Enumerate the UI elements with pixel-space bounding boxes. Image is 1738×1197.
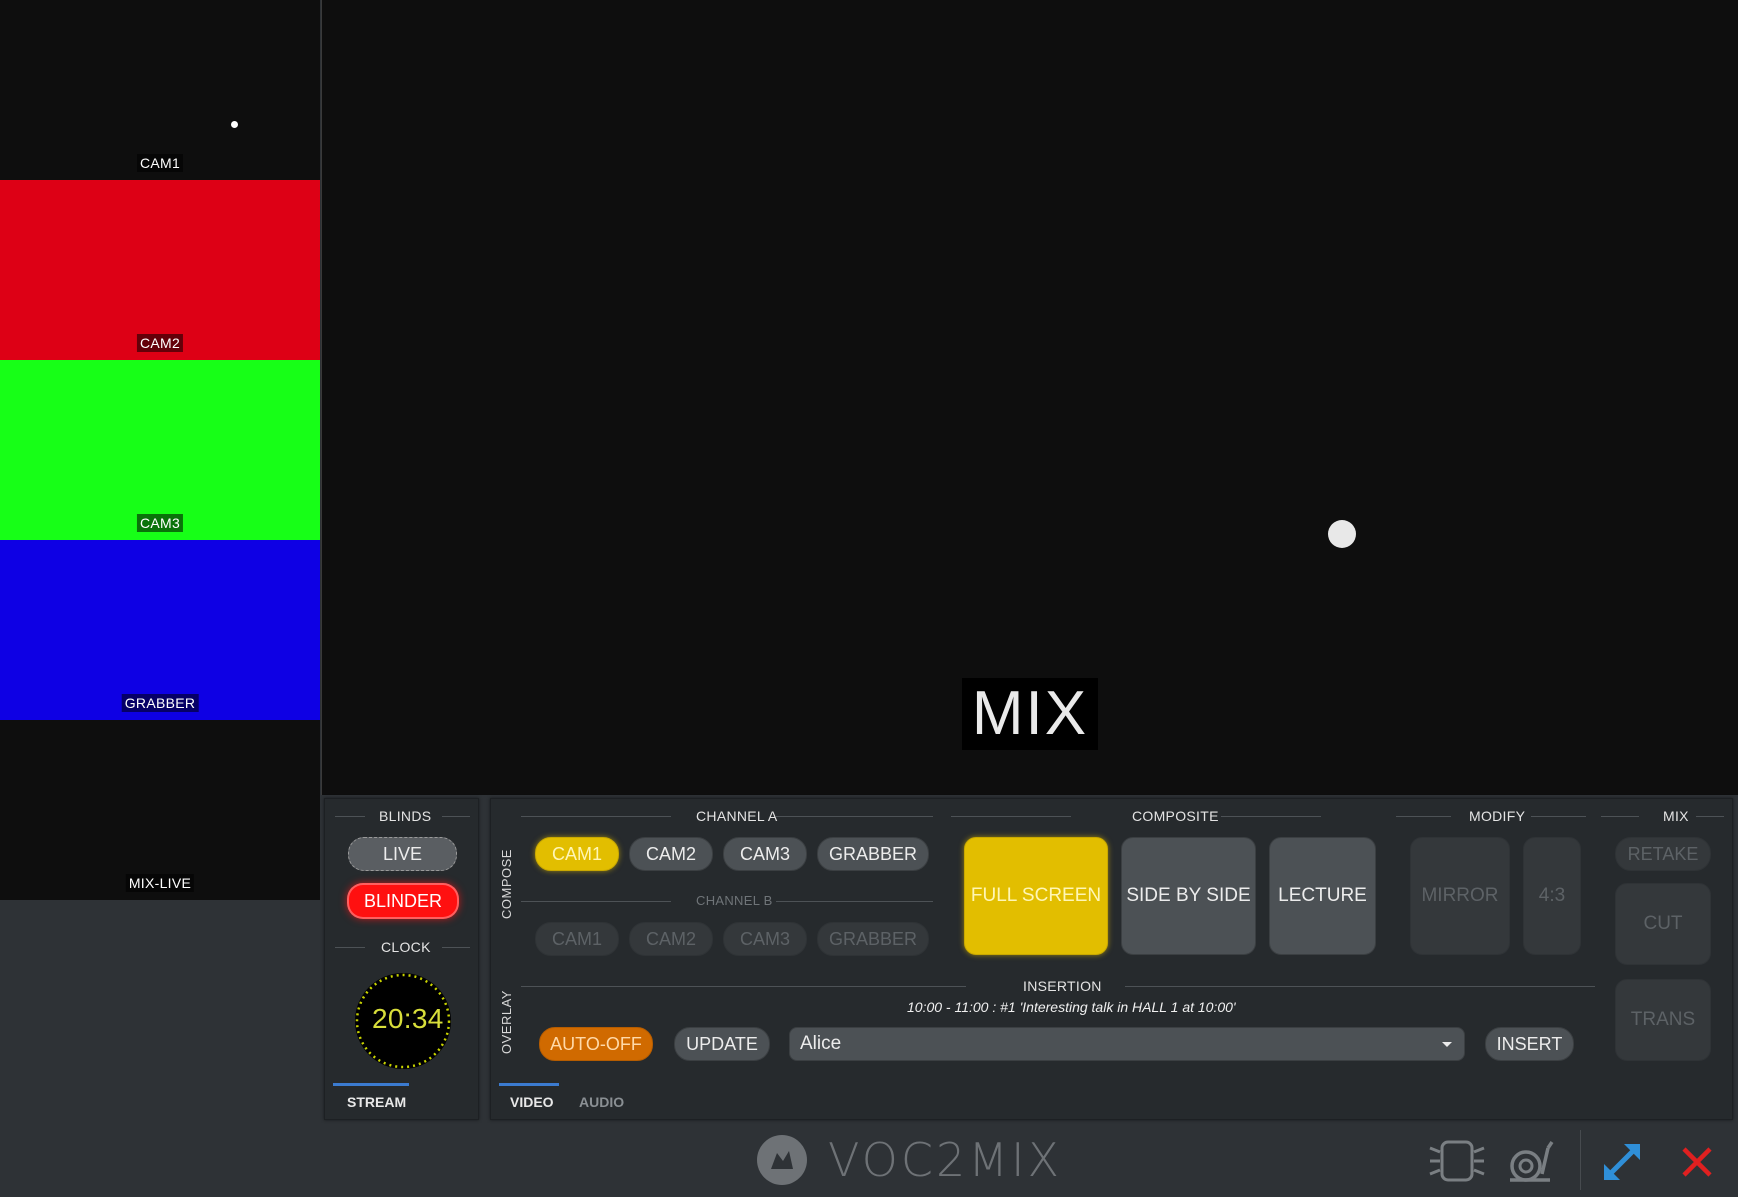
- tab-video[interactable]: VIDEO: [510, 1094, 554, 1110]
- clock-time: 20:34: [372, 1003, 444, 1034]
- divider: [1531, 816, 1586, 817]
- channel-b-cam3-button[interactable]: CAM3: [723, 922, 807, 956]
- divider: [521, 816, 671, 817]
- divider: [1696, 816, 1724, 817]
- voc2mix-window: CAM1 CAM2 CAM3 GRABBER MIX-LIVE MIX BLIN…: [0, 0, 1738, 1197]
- divider: [1221, 816, 1321, 817]
- blinder-button[interactable]: BLINDER: [347, 883, 459, 919]
- snail-icon[interactable]: [1506, 1138, 1556, 1184]
- channel-a-cam1-button[interactable]: CAM1: [535, 837, 619, 871]
- channel-b-cam2-button[interactable]: CAM2: [629, 922, 713, 956]
- preview-label: CAM2: [136, 334, 184, 352]
- app-title: VOC2MIX: [828, 1133, 1063, 1187]
- divider: [776, 816, 933, 817]
- clock-title: CLOCK: [381, 939, 431, 955]
- chevron-down-icon: [1442, 1042, 1452, 1047]
- mirror-button[interactable]: MIRROR: [1410, 837, 1510, 955]
- composite-title: COMPOSITE: [1132, 808, 1219, 824]
- preview-cam3[interactable]: CAM3: [0, 360, 320, 540]
- divider: [951, 816, 1071, 817]
- blinds-panel: BLINDS LIVE BLINDER CLOCK 20:34 STREAM: [324, 798, 479, 1120]
- insertion-select[interactable]: Alice: [789, 1027, 1465, 1061]
- main-preview: [321, 0, 1738, 795]
- live-button[interactable]: LIVE: [348, 837, 457, 871]
- lecture-button[interactable]: LECTURE: [1269, 837, 1376, 955]
- preview-dot: [231, 121, 238, 128]
- channel-a-title: CHANNEL A: [696, 808, 778, 824]
- tab-stream[interactable]: STREAM: [347, 1094, 406, 1110]
- trans-button[interactable]: TRANS: [1615, 979, 1711, 1061]
- divider: [1580, 1130, 1581, 1190]
- performance-chip-icon[interactable]: [1428, 1138, 1486, 1184]
- divider: [521, 901, 671, 902]
- insertion-title: INSERTION: [1023, 978, 1102, 994]
- divider: [776, 901, 933, 902]
- preview-grabber[interactable]: GRABBER: [0, 540, 320, 720]
- main-preview-label: MIX: [962, 678, 1098, 750]
- divider: [521, 986, 966, 987]
- side-by-side-button[interactable]: SIDE BY SIDE: [1121, 837, 1256, 955]
- channel-b-cam1-button[interactable]: CAM1: [535, 922, 619, 956]
- channel-b-grabber-button[interactable]: GRABBER: [817, 922, 929, 956]
- divider: [442, 816, 470, 817]
- voc2mix-logo-icon: [757, 1135, 807, 1185]
- video-panel: COMPOSE OVERLAY CHANNEL A CAM1 CAM2 CAM3…: [490, 798, 1733, 1120]
- channel-a-grabber-button[interactable]: GRABBER: [817, 837, 929, 871]
- close-icon[interactable]: [1680, 1145, 1714, 1179]
- preview-label: CAM1: [136, 154, 184, 172]
- channel-b-title: CHANNEL B: [696, 893, 773, 908]
- preview-mix-live[interactable]: MIX-LIVE: [0, 720, 320, 900]
- sidebar-empty-area: [0, 900, 320, 1197]
- stream-tab-underline: [333, 1083, 409, 1086]
- mix-title: MIX: [1663, 808, 1689, 824]
- full-screen-button[interactable]: FULL SCREEN: [964, 837, 1108, 955]
- divider: [1125, 986, 1595, 987]
- compose-vertical-label: COMPOSE: [499, 849, 514, 919]
- preview-cam2[interactable]: CAM2: [0, 180, 320, 360]
- preview-ball: [1328, 520, 1356, 548]
- channel-a-cam2-button[interactable]: CAM2: [629, 837, 713, 871]
- auto-off-button[interactable]: AUTO-OFF: [539, 1027, 653, 1061]
- insertion-info: 10:00 - 11:00 : #1 'Interesting talk in …: [907, 999, 1236, 1015]
- blinds-title: BLINDS: [379, 808, 432, 824]
- video-tab-underline: [499, 1083, 559, 1086]
- overlay-vertical-label: OVERLAY: [499, 990, 514, 1054]
- update-button[interactable]: UPDATE: [674, 1027, 770, 1061]
- insertion-select-value: Alice: [800, 1033, 842, 1054]
- divider: [1601, 816, 1639, 817]
- preview-label: MIX-LIVE: [125, 874, 195, 892]
- cut-button[interactable]: CUT: [1615, 883, 1711, 965]
- channel-a-cam3-button[interactable]: CAM3: [723, 837, 807, 871]
- aspect-4-3-button[interactable]: 4:3: [1523, 837, 1581, 955]
- preview-label: CAM3: [136, 514, 184, 532]
- modify-title: MODIFY: [1469, 808, 1526, 824]
- retake-button[interactable]: RETAKE: [1615, 837, 1711, 871]
- insert-button[interactable]: INSERT: [1485, 1027, 1574, 1061]
- fullscreen-expand-icon[interactable]: [1600, 1140, 1644, 1184]
- divider: [335, 947, 365, 948]
- preview-label: GRABBER: [121, 694, 199, 712]
- divider: [335, 816, 365, 817]
- divider: [442, 947, 470, 948]
- divider: [1396, 816, 1451, 817]
- tab-audio[interactable]: AUDIO: [579, 1094, 624, 1110]
- source-previews: CAM1 CAM2 CAM3 GRABBER MIX-LIVE: [0, 0, 320, 900]
- preview-cam1[interactable]: CAM1: [0, 0, 320, 180]
